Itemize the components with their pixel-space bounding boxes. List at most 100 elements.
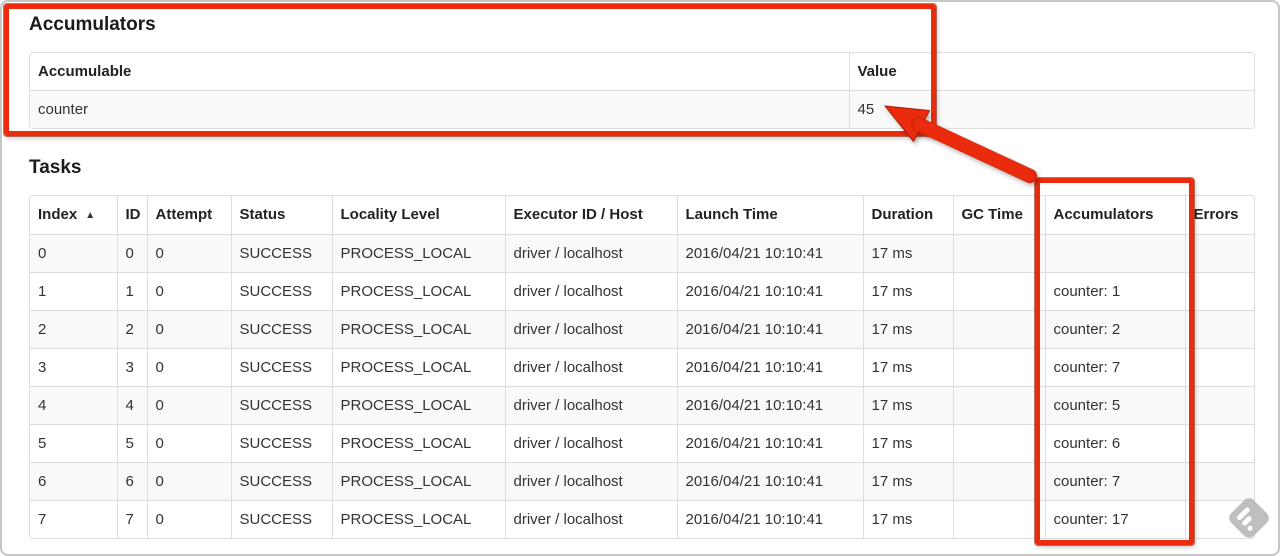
task-duration-cell: 17 ms (862, 500, 953, 538)
gc-time-column-header[interactable]: GC Time (952, 196, 1045, 235)
task-launch-time-cell: 2016/04/21 10:10:41 (676, 500, 863, 538)
errors-column-header[interactable]: Errors (1184, 196, 1254, 235)
task-accumulators-cell: counter: 6 (1044, 424, 1185, 463)
duration-column-header[interactable]: Duration (862, 196, 953, 235)
task-duration-cell: 17 ms (862, 424, 953, 463)
task-row: 1 1 0 SUCCESS PROCESS_LOCAL driver / loc… (30, 272, 1254, 311)
task-errors-cell (1184, 500, 1254, 538)
task-row: 4 4 0 SUCCESS PROCESS_LOCAL driver / loc… (30, 386, 1254, 425)
task-duration-cell: 17 ms (862, 386, 953, 425)
task-launch-time-cell: 2016/04/21 10:10:41 (676, 424, 863, 463)
task-index-cell: 3 (30, 348, 117, 387)
task-index-cell: 1 (30, 272, 117, 311)
task-gc-time-cell (952, 386, 1045, 425)
task-attempt-cell: 0 (146, 348, 231, 387)
task-locality-cell: PROCESS_LOCAL (331, 500, 505, 538)
task-executor-cell: driver / localhost (504, 310, 677, 349)
task-executor-cell: driver / localhost (504, 462, 677, 501)
executor-id-host-column-header[interactable]: Executor ID / Host (504, 196, 677, 235)
task-executor-cell: driver / localhost (504, 386, 677, 425)
tasks-table: Index ▲ ID Attempt Status Locality Level … (29, 195, 1255, 539)
task-launch-time-cell: 2016/04/21 10:10:41 (676, 234, 863, 273)
task-status-cell: SUCCESS (230, 500, 332, 538)
index-column-header[interactable]: Index ▲ (30, 196, 117, 235)
locality-level-column-header[interactable]: Locality Level (331, 196, 505, 235)
task-status-cell: SUCCESS (230, 462, 332, 501)
accumulators-table: Accumulable Value counter 45 (29, 52, 1255, 129)
task-status-cell: SUCCESS (230, 310, 332, 349)
task-duration-cell: 17 ms (862, 234, 953, 273)
task-errors-cell (1184, 310, 1254, 349)
task-id-cell: 2 (116, 310, 147, 349)
task-id-cell: 3 (116, 348, 147, 387)
task-index-cell: 7 (30, 500, 117, 538)
task-id-cell: 7 (116, 500, 147, 538)
task-index-cell: 4 (30, 386, 117, 425)
task-errors-cell (1184, 348, 1254, 387)
accumulable-value-cell: 45 (848, 90, 1254, 128)
task-id-cell: 6 (116, 462, 147, 501)
task-attempt-cell: 0 (146, 386, 231, 425)
task-attempt-cell: 0 (146, 424, 231, 463)
task-duration-cell: 17 ms (862, 462, 953, 501)
task-row: 6 6 0 SUCCESS PROCESS_LOCAL driver / loc… (30, 462, 1254, 501)
task-gc-time-cell (952, 348, 1045, 387)
task-errors-cell (1184, 462, 1254, 501)
task-attempt-cell: 0 (146, 462, 231, 501)
task-locality-cell: PROCESS_LOCAL (331, 310, 505, 349)
task-duration-cell: 17 ms (862, 272, 953, 311)
task-status-cell: SUCCESS (230, 386, 332, 425)
task-gc-time-cell (952, 424, 1045, 463)
id-column-header[interactable]: ID (116, 196, 147, 235)
task-executor-cell: driver / localhost (504, 424, 677, 463)
task-attempt-cell: 0 (146, 500, 231, 538)
task-attempt-cell: 0 (146, 310, 231, 349)
task-locality-cell: PROCESS_LOCAL (331, 348, 505, 387)
task-errors-cell (1184, 424, 1254, 463)
tasks-header-row: Index ▲ ID Attempt Status Locality Level … (30, 196, 1254, 235)
launch-time-column-header[interactable]: Launch Time (676, 196, 863, 235)
task-errors-cell (1184, 234, 1254, 273)
task-status-cell: SUCCESS (230, 424, 332, 463)
accumulators-column-header[interactable]: Accumulators (1044, 196, 1185, 235)
task-gc-time-cell (952, 462, 1045, 501)
task-accumulators-cell: counter: 2 (1044, 310, 1185, 349)
task-id-cell: 0 (116, 234, 147, 273)
task-duration-cell: 17 ms (862, 348, 953, 387)
task-accumulators-cell (1044, 234, 1185, 273)
task-index-cell: 0 (30, 234, 117, 273)
accumulable-column-header[interactable]: Accumulable (30, 53, 849, 91)
task-id-cell: 1 (116, 272, 147, 311)
task-launch-time-cell: 2016/04/21 10:10:41 (676, 310, 863, 349)
task-attempt-cell: 0 (146, 234, 231, 273)
task-gc-time-cell (952, 310, 1045, 349)
task-id-cell: 5 (116, 424, 147, 463)
tasks-section-title: Tasks (29, 157, 82, 178)
value-column-header[interactable]: Value (848, 53, 1254, 91)
task-executor-cell: driver / localhost (504, 234, 677, 273)
task-launch-time-cell: 2016/04/21 10:10:41 (676, 348, 863, 387)
task-duration-cell: 17 ms (862, 310, 953, 349)
task-row: 2 2 0 SUCCESS PROCESS_LOCAL driver / loc… (30, 310, 1254, 349)
task-gc-time-cell (952, 500, 1045, 538)
task-row: 3 3 0 SUCCESS PROCESS_LOCAL driver / loc… (30, 348, 1254, 387)
task-accumulators-cell: counter: 5 (1044, 386, 1185, 425)
attempt-column-header[interactable]: Attempt (146, 196, 231, 235)
task-locality-cell: PROCESS_LOCAL (331, 424, 505, 463)
task-locality-cell: PROCESS_LOCAL (331, 386, 505, 425)
task-index-cell: 2 (30, 310, 117, 349)
task-errors-cell (1184, 272, 1254, 311)
task-accumulators-cell: counter: 7 (1044, 348, 1185, 387)
accumulator-row: counter 45 (30, 90, 1254, 128)
task-executor-cell: driver / localhost (504, 272, 677, 311)
task-accumulators-cell: counter: 1 (1044, 272, 1185, 311)
task-status-cell: SUCCESS (230, 234, 332, 273)
accumulators-section-title: Accumulators (29, 14, 156, 35)
task-launch-time-cell: 2016/04/21 10:10:41 (676, 272, 863, 311)
status-column-header[interactable]: Status (230, 196, 332, 235)
task-index-cell: 5 (30, 424, 117, 463)
task-gc-time-cell (952, 272, 1045, 311)
task-row: 7 7 0 SUCCESS PROCESS_LOCAL driver / loc… (30, 500, 1254, 538)
task-accumulators-cell: counter: 7 (1044, 462, 1185, 501)
task-errors-cell (1184, 386, 1254, 425)
